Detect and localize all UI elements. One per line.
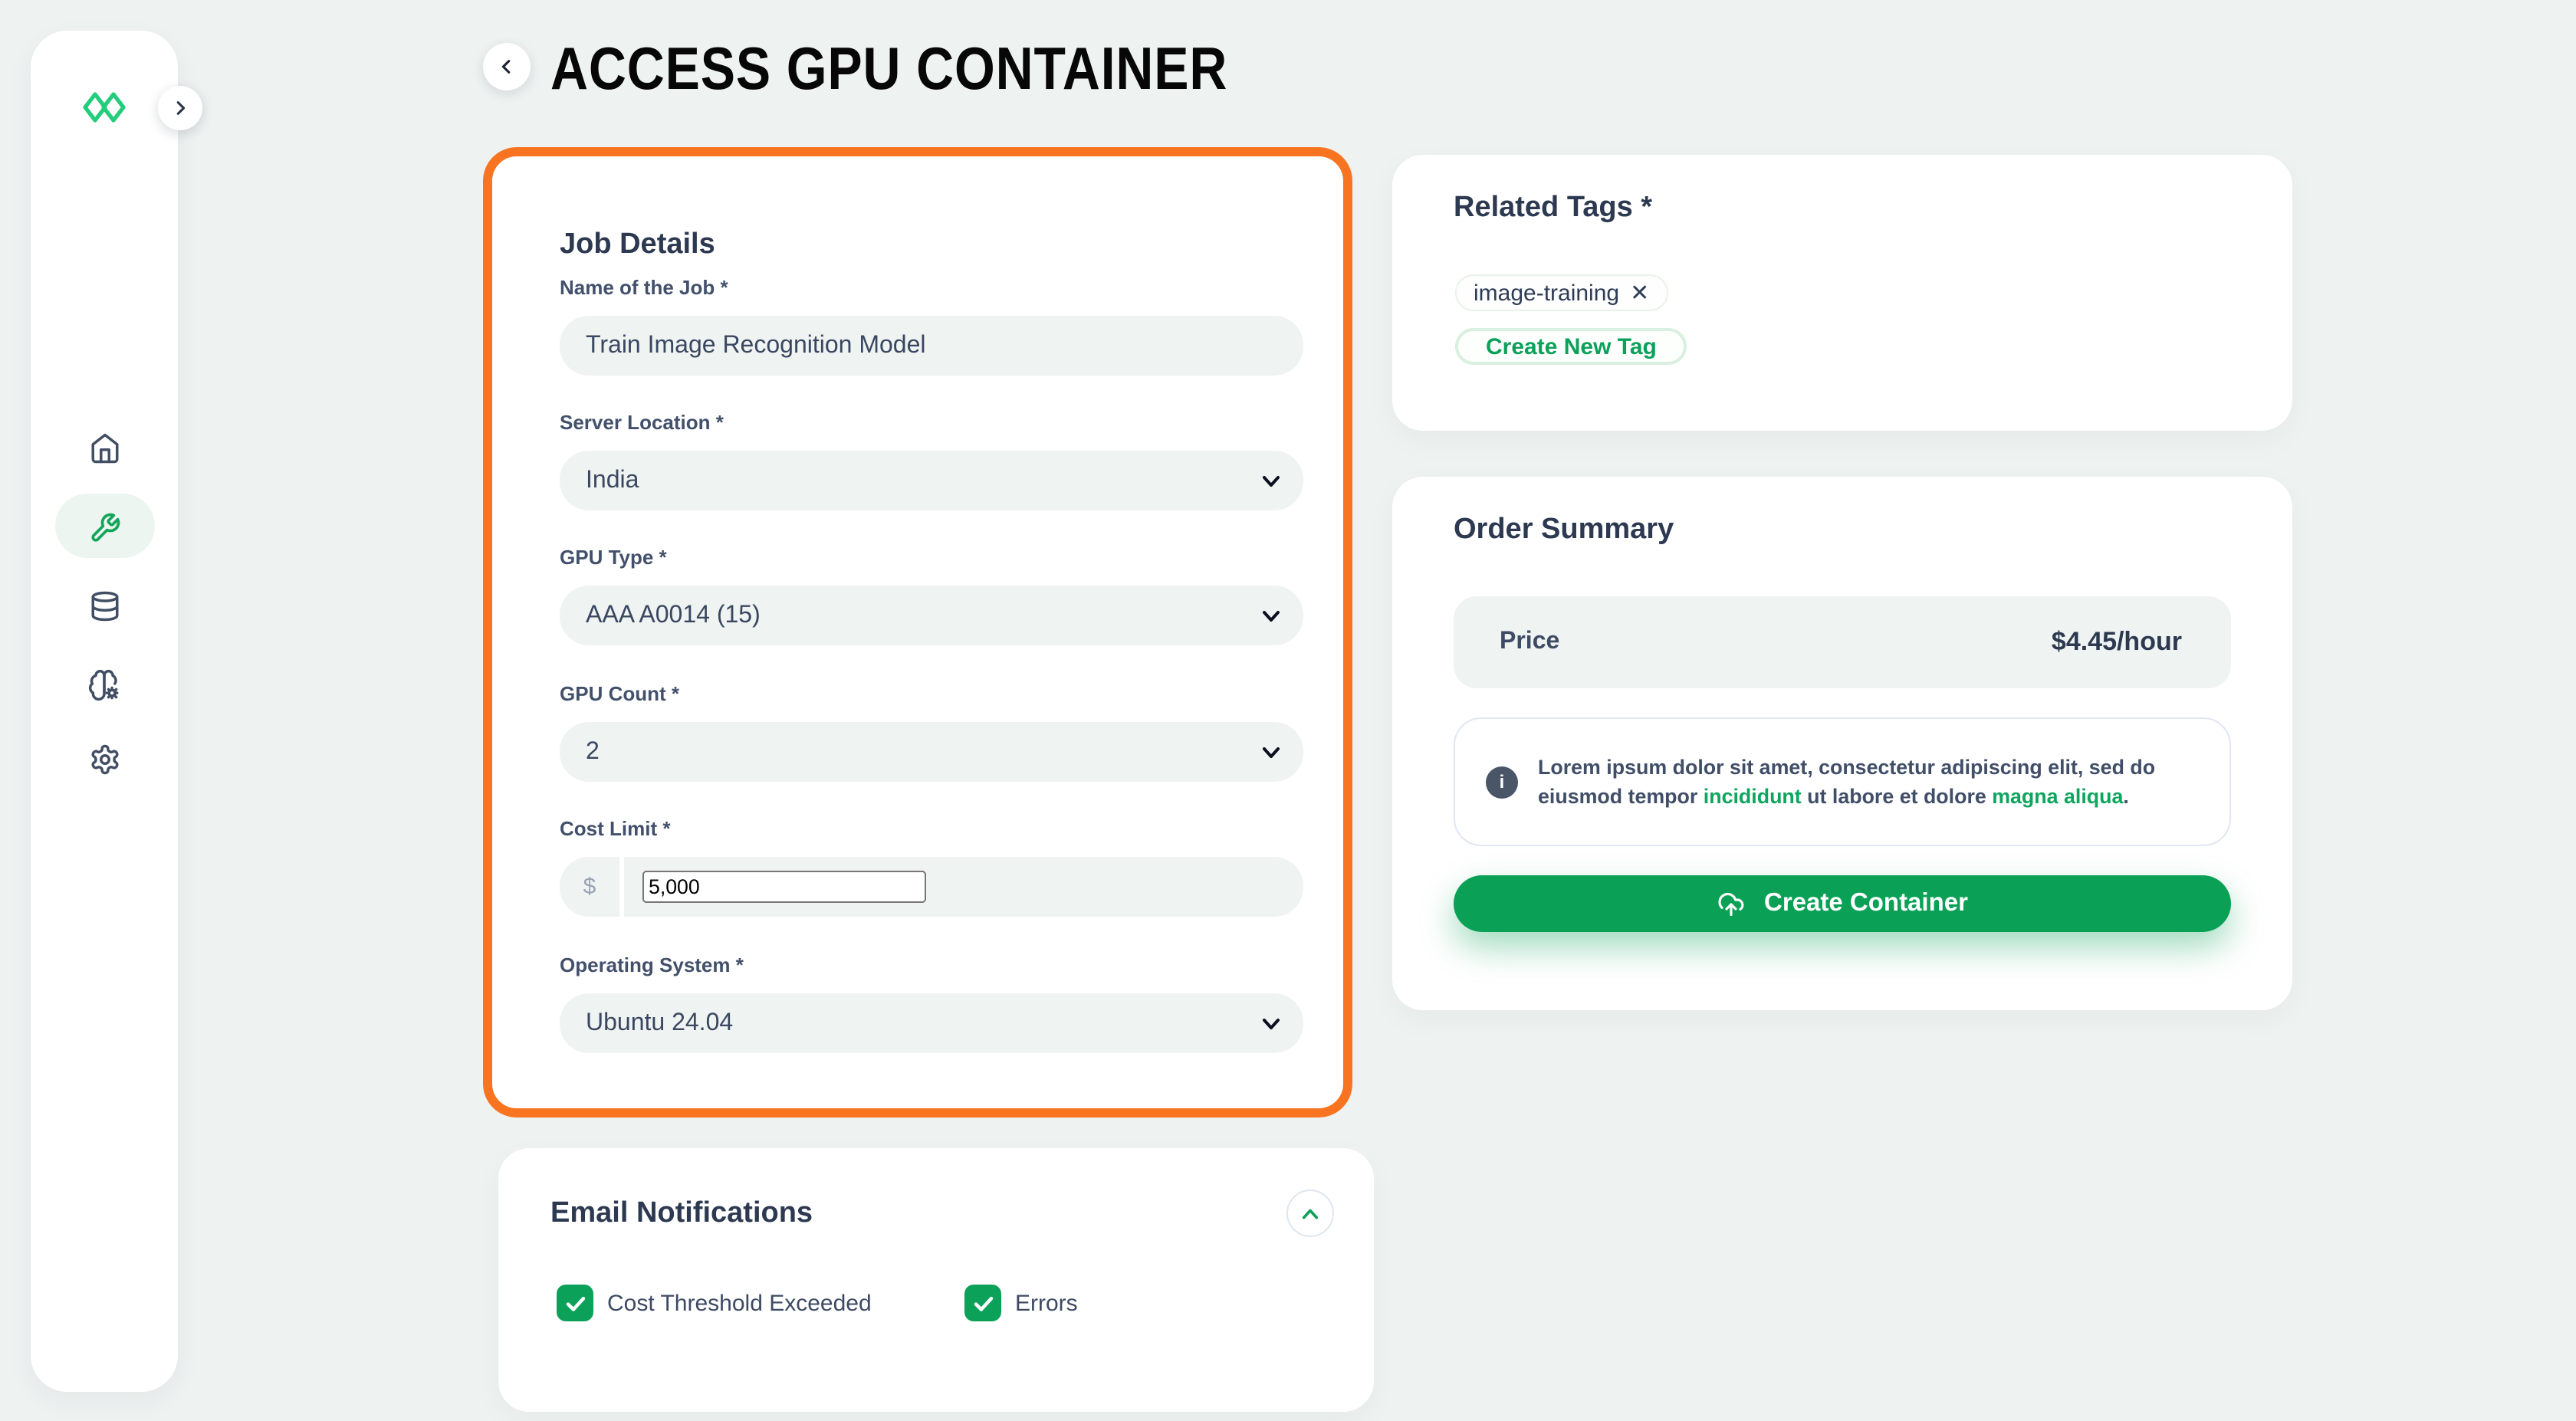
field-group-job-name: Name of the Job * (560, 276, 1303, 377)
page-title: ACCESS GPU CONTAINER (550, 37, 1227, 104)
job-name-input[interactable] (586, 332, 1277, 359)
info-text: Lorem ipsum dolor sit amet, consectetur … (1538, 753, 2182, 811)
ai-settings-icon (87, 668, 121, 702)
sidebar-item-tools[interactable] (71, 494, 138, 561)
cost-limit-label: Cost Limit * (560, 817, 670, 840)
info-text-part: ut labore et dolore (1802, 785, 1993, 808)
create-container-label: Create Container (1764, 889, 1968, 918)
info-text-highlight: incididunt (1704, 785, 1802, 808)
back-button[interactable] (483, 43, 531, 90)
home-icon (88, 432, 120, 464)
job-name-input-wrap (560, 316, 1303, 376)
app-window: ACCESS GPU CONTAINER Job Details Name of… (0, 0, 2576, 1421)
price-row: Price $4.45/hour (1454, 596, 2231, 688)
tag-label: image-training (1474, 280, 1619, 306)
job-details-card: Job Details Name of the Job * Server Loc… (483, 147, 1352, 1117)
order-summary-card: Order Summary Price $4.45/hour i Lorem i… (1392, 477, 2292, 1010)
related-tags-title: Related Tags * (1454, 192, 1652, 225)
email-notifications-title: Email Notifications (550, 1197, 813, 1231)
chevron-right-icon (172, 100, 189, 117)
info-icon: i (1486, 766, 1518, 798)
collapse-section-button[interactable] (1286, 1190, 1334, 1237)
server-location-label: Server Location * (560, 411, 724, 434)
info-text-part: . (2123, 785, 2128, 808)
gpu-type-value: AAA A0014 (15) (586, 602, 761, 629)
gpu-type-select[interactable]: AAA A0014 (15) (560, 586, 1303, 645)
info-text-highlight: magna aliqua (1992, 785, 2123, 808)
gpu-count-label: GPU Count * (560, 682, 679, 705)
gpu-count-select[interactable]: 2 (560, 722, 1303, 782)
os-select[interactable]: Ubuntu 24.04 (560, 993, 1303, 1053)
database-icon (88, 589, 120, 622)
currency-prefix: $ (560, 857, 619, 917)
checkbox-cost-threshold[interactable] (557, 1285, 593, 1321)
field-group-gpu-count: GPU Count * 2 (560, 682, 1303, 783)
wrench-icon (88, 511, 120, 543)
os-value: Ubuntu 24.04 (586, 1009, 733, 1037)
tag-chip[interactable]: image-training ✕ (1455, 274, 1668, 311)
order-summary-title: Order Summary (1454, 514, 1674, 547)
job-details-title: Job Details (560, 228, 715, 262)
cost-limit-field: $ (560, 857, 1303, 917)
sidebar-expand-button[interactable] (158, 86, 202, 130)
job-name-label: Name of the Job * (560, 276, 728, 299)
price-label: Price (1500, 628, 1559, 656)
gear-icon (88, 743, 120, 775)
email-notifications-card: Email Notifications Cost Threshold Excee… (498, 1148, 1374, 1412)
checkbox-errors-label: Errors (1015, 1291, 1078, 1317)
info-box: i Lorem ipsum dolor sit amet, consectetu… (1454, 717, 2231, 846)
close-icon[interactable]: ✕ (1630, 281, 1649, 304)
field-group-server-location: Server Location * India (560, 411, 1303, 512)
infinity-logo-icon (80, 90, 129, 124)
sidebar-item-settings[interactable] (71, 725, 138, 793)
sidebar-item-home[interactable] (71, 414, 138, 481)
cloud-upload-icon (1717, 890, 1744, 917)
gpu-count-value: 2 (586, 738, 600, 766)
chevron-up-icon (1302, 1207, 1319, 1219)
server-location-select[interactable]: India (560, 451, 1303, 510)
checkbox-cost-threshold-label: Cost Threshold Exceeded (607, 1291, 872, 1317)
chevron-down-icon (1262, 475, 1280, 487)
sidebar-item-storage[interactable] (71, 572, 138, 639)
server-location-value: India (586, 467, 639, 494)
chevron-down-icon (1262, 1018, 1280, 1030)
price-value: $4.45/hour (2052, 627, 2182, 658)
gpu-type-label: GPU Type * (560, 546, 667, 569)
create-container-button[interactable]: Create Container (1454, 875, 2231, 932)
checkbox-errors[interactable] (964, 1285, 1001, 1321)
field-group-gpu-type: GPU Type * AAA A0014 (15) (560, 546, 1303, 647)
field-group-cost-limit: Cost Limit * $ (560, 817, 1303, 918)
cost-limit-input-wrap (624, 857, 1303, 917)
related-tags-card: Related Tags * image-training ✕ Create N… (1392, 155, 2292, 431)
create-new-tag-button[interactable]: Create New Tag (1455, 328, 1687, 365)
field-group-os: Operating System * Ubuntu 24.04 (560, 953, 1303, 1055)
sidebar-item-ai[interactable] (71, 651, 138, 719)
check-icon (564, 1291, 586, 1314)
cost-limit-input[interactable] (642, 871, 926, 903)
chevron-down-icon (1262, 747, 1280, 759)
chevron-down-icon (1262, 610, 1280, 622)
check-icon (971, 1291, 994, 1314)
chevron-left-icon (498, 58, 515, 75)
os-label: Operating System * (560, 953, 744, 976)
